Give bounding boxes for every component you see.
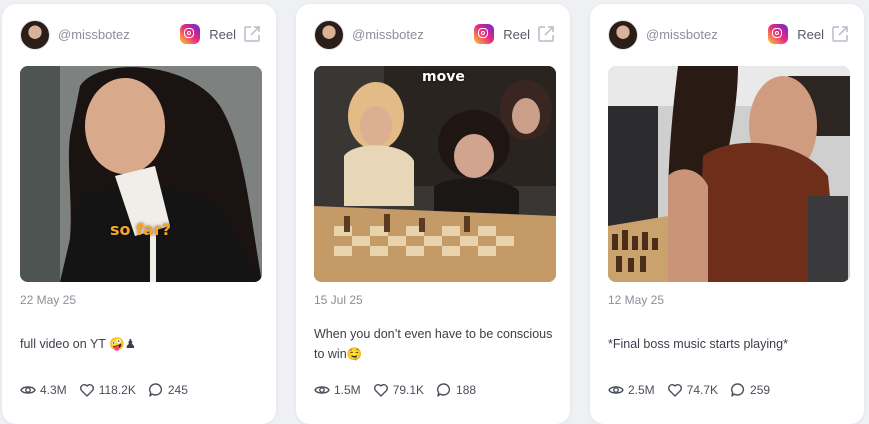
- platform-label: Reel: [797, 27, 824, 42]
- comment-icon: [731, 383, 745, 397]
- video-caption-overlay: move: [422, 69, 465, 85]
- views-count: 2.5M: [628, 383, 655, 397]
- comment-icon: [437, 383, 451, 397]
- post-thumbnail[interactable]: [608, 66, 850, 282]
- comments-stat: 245: [148, 382, 188, 398]
- likes-stat: 118.2K: [79, 382, 136, 398]
- avatar[interactable]: [608, 20, 638, 50]
- post-caption: *Final boss music starts playing*: [608, 337, 788, 351]
- post-date: 12 May 25: [608, 293, 665, 307]
- heart-icon: [79, 384, 94, 397]
- views-stat: 4.3M: [20, 382, 67, 398]
- post-thumbnail[interactable]: move: [314, 66, 556, 282]
- comment-icon: [148, 383, 162, 397]
- views-count: 1.5M: [334, 383, 361, 397]
- account-handle[interactable]: @missbotez: [352, 27, 424, 42]
- post-stats: 4.3M 118.2K 245: [20, 381, 200, 399]
- post-card[interactable]: @missbotez Reel: [590, 4, 864, 424]
- likes-count: 79.1K: [392, 383, 425, 397]
- heart-icon: [373, 384, 388, 397]
- heart-icon: [667, 384, 682, 397]
- comments-count: 245: [167, 383, 188, 397]
- likes-stat: 74.7K: [667, 382, 718, 398]
- post-caption: When you don’t even have to be conscious…: [314, 327, 553, 361]
- views-stat: 2.5M: [608, 382, 655, 398]
- post-stats: 1.5M 79.1K 188: [314, 381, 488, 399]
- eye-icon: [20, 386, 36, 394]
- post-card[interactable]: @missbotez Reel so far? 22 May 25 full v…: [2, 4, 276, 424]
- instagram-icon: [180, 24, 200, 44]
- eye-icon: [608, 386, 624, 394]
- thumbnail-image: [608, 66, 850, 282]
- external-link-icon[interactable]: [830, 24, 850, 44]
- instagram-icon: [768, 24, 788, 44]
- post-date: 15 Jul 25: [314, 293, 363, 307]
- comments-count: 259: [750, 383, 771, 397]
- views-stat: 1.5M: [314, 382, 361, 398]
- post-stats: 2.5M 74.7K 259: [608, 381, 782, 399]
- likes-count: 74.7K: [686, 383, 719, 397]
- card-header: @missbotez Reel: [608, 20, 850, 50]
- post-caption: full video on YT 🤪♟: [20, 337, 136, 351]
- external-link-icon[interactable]: [242, 24, 262, 44]
- comments-count: 188: [456, 383, 477, 397]
- external-link-icon[interactable]: [536, 24, 556, 44]
- account-handle[interactable]: @missbotez: [646, 27, 718, 42]
- platform-label: Reel: [209, 27, 236, 42]
- post-date: 22 May 25: [20, 293, 77, 307]
- thumbnail-image: [314, 66, 556, 282]
- instagram-icon: [474, 24, 494, 44]
- video-caption-overlay: so far?: [110, 220, 172, 239]
- comments-stat: 259: [730, 382, 770, 398]
- eye-icon: [314, 386, 330, 394]
- likes-stat: 79.1K: [373, 382, 424, 398]
- post-thumbnail[interactable]: so far?: [20, 66, 262, 282]
- post-card[interactable]: @missbotez Reel: [296, 4, 570, 424]
- comments-stat: 188: [436, 382, 476, 398]
- card-header: @missbotez Reel: [20, 20, 262, 50]
- account-handle[interactable]: @missbotez: [58, 27, 130, 42]
- avatar[interactable]: [314, 20, 344, 50]
- thumbnail-image: [20, 66, 262, 282]
- likes-count: 118.2K: [98, 383, 136, 397]
- avatar[interactable]: [20, 20, 50, 50]
- platform-label: Reel: [503, 27, 530, 42]
- card-header: @missbotez Reel: [314, 20, 556, 50]
- views-count: 4.3M: [40, 383, 67, 397]
